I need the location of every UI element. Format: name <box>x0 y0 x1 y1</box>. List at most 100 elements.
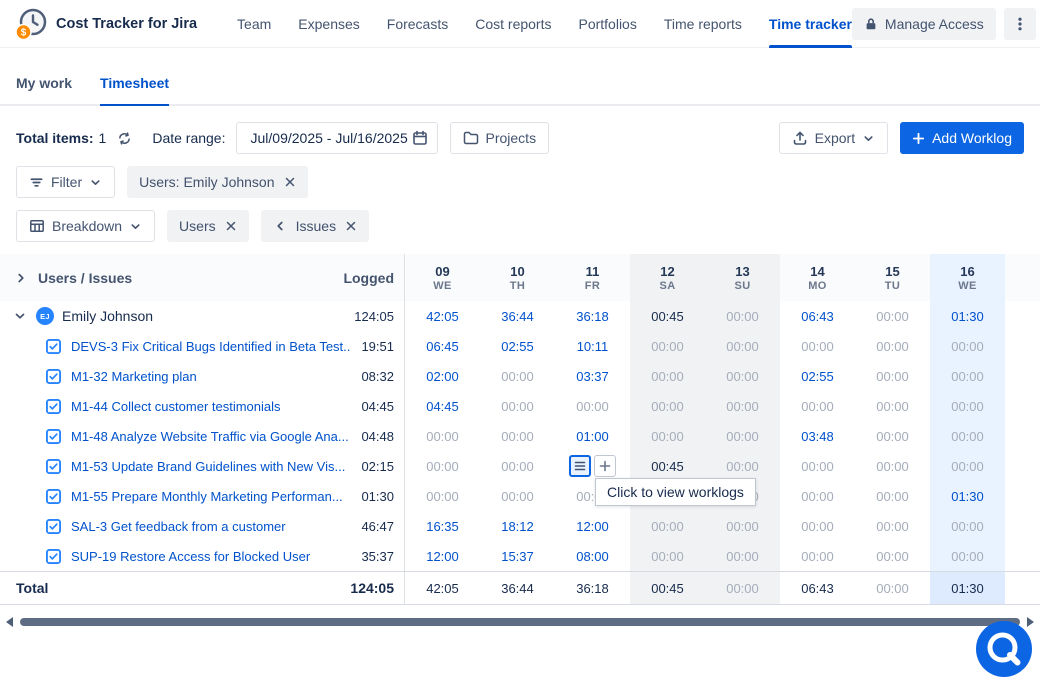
nav-item-portfolios[interactable]: Portfolios <box>578 0 636 48</box>
worklog-cell[interactable]: 00:00 <box>555 391 630 421</box>
worklog-cell[interactable]: 00:00 <box>705 421 780 451</box>
filter-chip-users-emily-johnson-close-icon[interactable] <box>284 176 296 188</box>
worklog-cell[interactable]: 00:00 <box>480 451 555 481</box>
worklog-cell[interactable]: 00:00 <box>930 451 1005 481</box>
worklog-cell[interactable]: 00:00 <box>855 541 930 571</box>
more-menu-button[interactable] <box>1004 8 1036 40</box>
refresh-button[interactable] <box>112 126 136 150</box>
worklog-cell[interactable]: 12:00 <box>405 541 480 571</box>
worklog-cell[interactable]: 00:00 <box>480 391 555 421</box>
issue-link[interactable]: M1-44 Collect customer testimonials <box>71 399 281 414</box>
tab-my-work[interactable]: My work <box>16 62 72 104</box>
worklog-cell[interactable]: 00:00 <box>630 331 705 361</box>
worklog-cell[interactable]: 00:00 <box>930 511 1005 541</box>
worklog-cell[interactable]: 08:00 <box>555 541 630 571</box>
worklog-cell[interactable]: 00:00 <box>480 421 555 451</box>
breakdown-chip-users[interactable]: Users <box>167 210 249 242</box>
collapse-toggle-icon[interactable] <box>12 309 28 323</box>
worklog-cell[interactable]: 36:44 <box>480 301 555 331</box>
breakdown-chip-issues[interactable]: Issues <box>261 210 369 242</box>
worklog-cell[interactable]: 00:00 <box>405 421 480 451</box>
issue-link[interactable]: M1-48 Analyze Website Traffic via Google… <box>71 429 349 444</box>
worklog-cell[interactable]: 00:00 <box>855 331 930 361</box>
nav-item-forecasts[interactable]: Forecasts <box>387 0 448 48</box>
worklog-cell[interactable]: 16:35 <box>405 511 480 541</box>
manage-access-button[interactable]: Manage Access <box>852 8 996 40</box>
worklog-cell[interactable]: 00:00 <box>630 391 705 421</box>
issue-link[interactable]: SAL-3 Get feedback from a customer <box>71 519 286 534</box>
date-range-input[interactable]: Jul/09/2025 - Jul/16/2025 <box>236 122 438 154</box>
breakdown-chip-users-close-icon[interactable] <box>225 220 237 232</box>
worklog-cell[interactable]: 00:00 <box>705 511 780 541</box>
worklog-cell[interactable]: 01:30 <box>930 481 1005 511</box>
worklog-cell[interactable]: 00:00 <box>780 481 855 511</box>
breakdown-button[interactable]: Breakdown <box>16 210 155 242</box>
worklog-cell[interactable]: 00:00 <box>855 361 930 391</box>
worklog-cell[interactable]: 00:00 <box>855 301 930 331</box>
worklog-cell[interactable]: 00:00 <box>705 301 780 331</box>
worklog-cell[interactable]: 06:43 <box>780 301 855 331</box>
projects-button[interactable]: Projects <box>450 122 550 154</box>
worklog-cell[interactable]: 00:00 <box>705 361 780 391</box>
worklog-cell[interactable]: 00:00 <box>780 451 855 481</box>
worklog-cell[interactable]: 00:00 <box>705 541 780 571</box>
worklog-cell[interactable]: 00:00 <box>855 421 930 451</box>
worklog-cell[interactable]: 00:00 <box>855 511 930 541</box>
worklog-cell[interactable]: 42:05 <box>405 301 480 331</box>
add-worklog-button[interactable]: Add Worklog <box>900 122 1024 154</box>
export-button[interactable]: Export <box>779 122 888 154</box>
worklog-cell[interactable]: 00:00 <box>855 391 930 421</box>
nav-item-time-reports[interactable]: Time reports <box>664 0 742 48</box>
worklog-cell[interactable]: 00:00 <box>405 481 480 511</box>
issue-link[interactable]: SUP-19 Restore Access for Blocked User <box>71 549 310 564</box>
horizontal-scrollbar[interactable] <box>6 615 1034 629</box>
worklog-cell[interactable]: 02:55 <box>780 361 855 391</box>
worklog-cell[interactable]: 00:00 <box>930 541 1005 571</box>
nav-item-cost-reports[interactable]: Cost reports <box>475 0 551 48</box>
add-worklog-cell-button[interactable] <box>594 455 616 477</box>
worklog-cell[interactable]: 01:00 <box>555 421 630 451</box>
worklog-cell[interactable]: 00:00 <box>855 481 930 511</box>
worklog-cell[interactable]: 00:00 <box>855 451 930 481</box>
worklog-cell[interactable]: 00:00 <box>705 331 780 361</box>
worklog-cell[interactable]: 12:00 <box>555 511 630 541</box>
worklog-cell[interactable]: Click to view worklogs <box>555 451 630 481</box>
worklog-cell[interactable]: 04:45 <box>405 391 480 421</box>
worklog-cell[interactable]: 00:00 <box>780 391 855 421</box>
worklog-cell[interactable]: 00:45 <box>630 301 705 331</box>
worklog-cell[interactable]: 00:00 <box>705 451 780 481</box>
worklog-cell[interactable]: 01:30 <box>930 301 1005 331</box>
calendar-icon[interactable] <box>412 130 428 146</box>
nav-item-time-tracker[interactable]: Time tracker <box>769 0 852 48</box>
issue-link[interactable]: DEVS-3 Fix Critical Bugs Identified in B… <box>71 339 351 354</box>
worklog-cell[interactable]: 02:55 <box>480 331 555 361</box>
worklog-cell[interactable]: 00:00 <box>480 361 555 391</box>
worklog-cell[interactable]: 00:00 <box>780 541 855 571</box>
scrollbar-thumb[interactable] <box>20 618 1020 626</box>
worklog-cell[interactable]: 00:00 <box>630 361 705 391</box>
view-worklogs-button[interactable] <box>569 455 591 477</box>
chevron-left-icon[interactable] <box>273 219 287 233</box>
chevron-right-icon[interactable] <box>13 271 29 285</box>
nav-item-team[interactable]: Team <box>237 0 271 48</box>
worklog-cell[interactable]: 00:00 <box>705 391 780 421</box>
worklog-cell[interactable]: 36:18 <box>555 301 630 331</box>
worklog-cell[interactable]: 15:37 <box>480 541 555 571</box>
worklog-cell[interactable]: 00:00 <box>930 331 1005 361</box>
help-fab-button[interactable] <box>976 621 1032 677</box>
scroll-left-arrow[interactable] <box>6 617 13 627</box>
worklog-cell[interactable]: 00:00 <box>480 481 555 511</box>
worklog-cell[interactable]: 18:12 <box>480 511 555 541</box>
worklog-cell[interactable]: 00:00 <box>930 361 1005 391</box>
worklog-cell[interactable]: 00:00 <box>780 331 855 361</box>
issue-link[interactable]: M1-32 Marketing plan <box>71 369 197 384</box>
worklog-cell[interactable]: 00:00 <box>630 541 705 571</box>
worklog-cell[interactable]: 06:45 <box>405 331 480 361</box>
worklog-cell[interactable]: 00:00 <box>630 421 705 451</box>
issue-link[interactable]: M1-55 Prepare Monthly Marketing Performa… <box>71 489 343 504</box>
worklog-cell[interactable]: 02:00 <box>405 361 480 391</box>
worklog-cell[interactable]: 00:45 <box>630 451 705 481</box>
worklog-cell[interactable]: 00:00 <box>630 511 705 541</box>
worklog-cell[interactable]: 00:00 <box>930 391 1005 421</box>
nav-item-expenses[interactable]: Expenses <box>298 0 359 48</box>
